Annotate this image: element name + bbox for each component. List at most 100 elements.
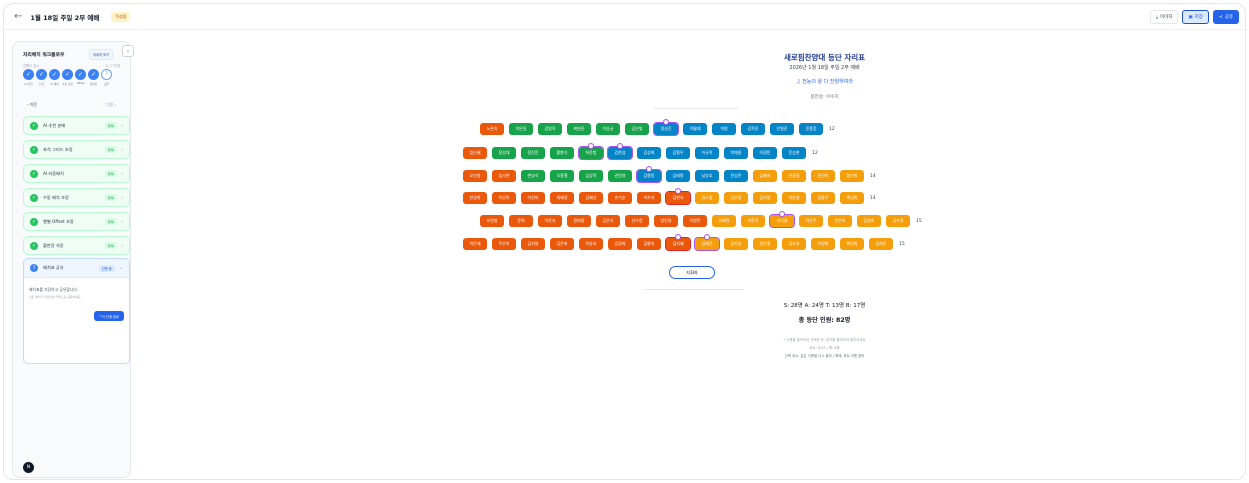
seat-cell[interactable]: 이혜련 xyxy=(712,215,736,227)
seat-cell[interactable]: 김성희 xyxy=(637,147,661,159)
collapse-sidebar-button[interactable]: ‹ xyxy=(122,45,134,57)
seat-cell[interactable]: 이영란 xyxy=(683,215,707,227)
step-4[interactable]: ✓ 수동 조정 xyxy=(62,69,73,86)
seat-cell[interactable]: 오신영 xyxy=(463,170,487,182)
seat-cell[interactable]: 김은식 xyxy=(596,215,620,227)
workflow-item[interactable]: ✓ 출판장 저장 완료 › xyxy=(23,236,130,255)
seat-cell[interactable]: 오흥철 xyxy=(550,170,574,182)
seat-cell[interactable]: 김혜선 xyxy=(579,192,603,204)
seat-cell[interactable]: 김수정 xyxy=(886,215,910,227)
seat-cell[interactable]: 김지혜 ♡ xyxy=(665,234,691,251)
seat-cell[interactable]: 정성진 ♡ xyxy=(653,119,679,136)
seat-cell[interactable]: 이수지 xyxy=(637,192,661,204)
step-6[interactable]: ✓ 출판장 xyxy=(88,69,99,86)
seat-cell[interactable]: 황향식 xyxy=(550,147,574,159)
seat-cell[interactable]: 손기순 xyxy=(608,192,632,204)
seat-cell[interactable]: 한성희 xyxy=(463,192,487,204)
workflow-item[interactable]: ✓ 행별 Offset 조정 완료 › xyxy=(23,212,130,231)
seat-cell[interactable]: 이승균 xyxy=(596,123,620,135)
active-step-header[interactable]: 7 배치표 공유 진행 중 ⌄ xyxy=(24,259,129,278)
step-7[interactable]: 7 공유 xyxy=(101,69,112,86)
seat-cell[interactable]: 김현숙 ♡ xyxy=(665,188,691,205)
seat-cell[interactable]: 노은숙 xyxy=(480,123,504,135)
workflow-item[interactable]: ✓ 좌석 그리드 조정 완료 › xyxy=(23,140,130,159)
seat-cell[interactable]: 김상목 xyxy=(579,170,603,182)
seat-cell[interactable]: 김혜숙 xyxy=(753,170,777,182)
seat-cell[interactable]: 김은희 xyxy=(550,238,574,250)
arrow-left-icon[interactable]: ← xyxy=(14,11,22,22)
step-2[interactable]: ✓ 그리드 xyxy=(36,69,47,86)
step-5[interactable]: ✓ Offset xyxy=(75,69,86,86)
seat-cell[interactable]: 원희정 xyxy=(567,215,591,227)
seat-cell[interactable]: 이지영 ♡ xyxy=(769,211,795,228)
seat-cell[interactable]: 최순영 xyxy=(782,192,806,204)
seat-cell[interactable]: 전성진 xyxy=(724,170,748,182)
conductor-position[interactable]: 지휘자 xyxy=(669,266,715,279)
seat-cell[interactable]: 안필준 xyxy=(770,123,794,135)
seat-cell[interactable]: 황선미 xyxy=(840,170,864,182)
workflow-item[interactable]: ✓ 수동 배치 조정 완료 › xyxy=(23,188,130,207)
seat-cell[interactable]: 장성대 xyxy=(492,147,516,159)
share-button[interactable]: ≺ 공유 xyxy=(1212,10,1239,24)
seat-cell[interactable]: 이선미 xyxy=(521,192,545,204)
seat-cell[interactable]: 신수정 xyxy=(625,215,649,227)
seat-cell[interactable]: 권소정 xyxy=(695,192,719,204)
seat-cell[interactable]: 김향숙 xyxy=(637,238,661,250)
seat-cell[interactable]: 이경민 xyxy=(753,147,777,159)
seat-cell[interactable]: 김지영 xyxy=(521,238,545,250)
seat-cell[interactable]: 이승숙 xyxy=(579,238,603,250)
seat-cell[interactable]: 김정희 xyxy=(608,238,632,250)
seat-cell[interactable]: 김철우 xyxy=(666,147,690,159)
workflow-item[interactable]: ✓ AI 추천 분배 완료 › xyxy=(23,116,130,135)
seat-cell[interactable]: 이은동 xyxy=(509,123,533,135)
seat-cell[interactable]: 방인영 xyxy=(654,215,678,227)
seat-cell[interactable]: 김소숙 xyxy=(782,238,806,250)
step-3[interactable]: ✓ AI 배치 xyxy=(49,69,60,86)
seat-cell[interactable]: 이은혜 xyxy=(463,238,487,250)
save-button[interactable]: ▣ 저장 xyxy=(1182,10,1209,24)
details-tag[interactable]: 자세히 보기 xyxy=(89,49,114,60)
seat-cell[interactable]: 박재용 xyxy=(724,147,748,159)
seat-cell[interactable]: 이월재 xyxy=(683,123,707,135)
complete-step-button[interactable]: ✓ 이 단계 완료 xyxy=(93,311,124,321)
seat-cell[interactable]: 이선아 xyxy=(492,192,516,204)
seat-cell[interactable]: 권민영 xyxy=(608,170,632,182)
seat-cell[interactable]: 임용수 xyxy=(811,192,835,204)
workflow-item[interactable]: ✓ AI 자동배치 완료 › xyxy=(23,164,130,183)
seat-cell[interactable]: 민경실 xyxy=(782,170,806,182)
seat-cell[interactable]: 이규락 xyxy=(695,147,719,159)
seat-cell[interactable]: 허원 xyxy=(712,123,736,135)
seat-cell[interactable]: 안은희 xyxy=(828,215,852,227)
song-title[interactable]: ♫ 전능의 왕 다 찬양하여라 xyxy=(404,78,1245,85)
seat-cell[interactable]: 김혜진 ♡ xyxy=(694,234,720,251)
seat-cell[interactable]: 김태명 xyxy=(666,170,690,182)
seat-cell[interactable]: 전신미 xyxy=(811,170,835,182)
seat-cell[interactable]: 이윤옥 xyxy=(741,215,765,227)
seat-cell[interactable]: 임신혜 xyxy=(463,147,487,159)
seat-cell[interactable]: 이윤숙 xyxy=(538,215,562,227)
seat-cell[interactable]: 최현준 xyxy=(567,123,591,135)
step-1[interactable]: ✓ AI 추천 xyxy=(23,69,34,86)
seat-cell[interactable]: 김은빛 xyxy=(625,123,649,135)
seat-cell[interactable]: 김영희 xyxy=(857,215,881,227)
seat-cell[interactable]: 허윤범 ♡ xyxy=(578,143,604,160)
seat-cell[interactable]: 김명옥 xyxy=(538,123,562,135)
prev-step-button[interactable]: ‹ 이전 xyxy=(27,102,37,108)
seat-cell[interactable]: 윤승현 xyxy=(782,147,806,159)
seat-cell[interactable]: 최혜경 xyxy=(550,192,574,204)
seat-cell[interactable]: 정진문 xyxy=(521,147,545,159)
seat-cell[interactable]: 남승호 xyxy=(695,170,719,182)
seat-cell[interactable]: 백성민 xyxy=(840,192,864,204)
seat-cell[interactable]: 변성식 xyxy=(521,170,545,182)
avatar[interactable]: N xyxy=(23,462,34,473)
download-image-button[interactable]: ⤓ 이미지 xyxy=(1149,10,1179,24)
seat-cell[interactable]: 김지영 xyxy=(753,192,777,204)
seat-cell[interactable]: 김은정 xyxy=(724,192,748,204)
seat-cell[interactable]: 김한섭 ♡ xyxy=(607,143,633,160)
seat-cell[interactable]: 김희진 xyxy=(869,238,893,250)
seat-cell[interactable]: 김학준 xyxy=(741,123,765,135)
seat-cell[interactable]: 이정희 xyxy=(811,238,835,250)
seat-cell[interactable]: 문희 xyxy=(509,215,533,227)
next-step-button[interactable]: 다음 › xyxy=(106,102,116,108)
seat-cell[interactable]: 오연봉 xyxy=(480,215,504,227)
